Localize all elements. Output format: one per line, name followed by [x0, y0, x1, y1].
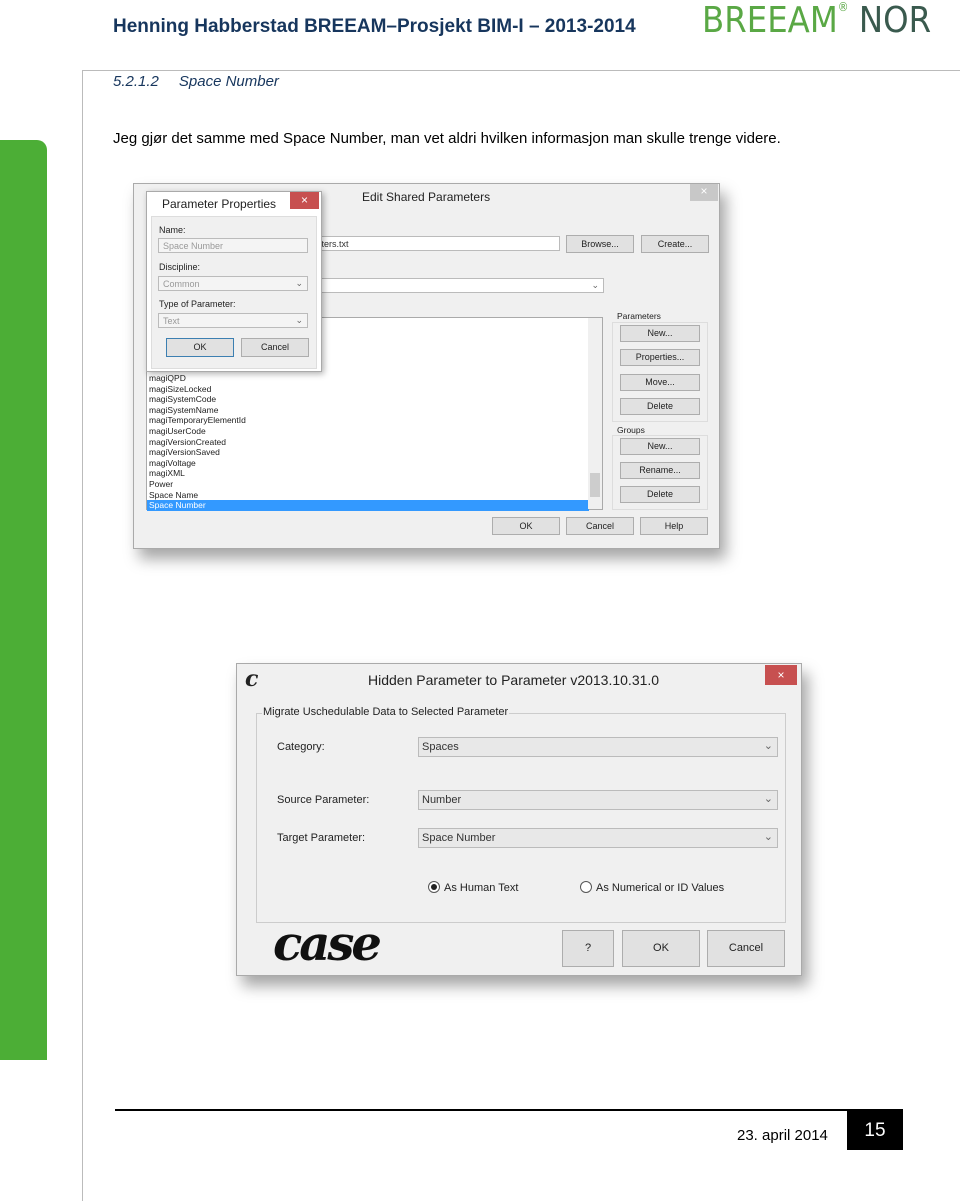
list-item[interactable]: Power: [147, 479, 589, 490]
discipline-label: Discipline:: [159, 262, 201, 272]
chevron-down-icon: ⌄: [295, 278, 303, 288]
ok-button[interactable]: OK: [166, 338, 234, 357]
list-item[interactable]: Space Number: [147, 500, 589, 511]
margin-line: [82, 70, 83, 1201]
target-parameter-select[interactable]: Space Number ⌄: [418, 828, 778, 848]
list-item[interactable]: magiXML: [147, 468, 589, 479]
radio-human-text[interactable]: [428, 881, 440, 893]
parameters-group-label: Parameters: [616, 311, 662, 321]
app-icon: c: [245, 666, 259, 692]
header-divider: [82, 70, 960, 71]
ok-button[interactable]: OK: [622, 930, 700, 967]
case-logo: case: [273, 916, 382, 972]
chevron-down-icon: ⌄: [763, 831, 773, 843]
group-new-button[interactable]: New...: [620, 438, 700, 455]
footer-date: 23. april 2014: [737, 1127, 828, 1144]
group-delete-button[interactable]: Delete: [620, 486, 700, 503]
list-item[interactable]: magiSizeLocked: [147, 384, 589, 395]
migrate-group-label: Migrate Uschedulable Data to Selected Pa…: [262, 706, 510, 718]
category-select[interactable]: Spaces ⌄: [418, 737, 778, 757]
dialog-title: Parameter Properties: [162, 197, 277, 211]
list-scrollbar[interactable]: [588, 318, 602, 509]
cancel-button[interactable]: Cancel: [566, 517, 634, 535]
parameter-properties-dialog: Parameter Properties × Name: Space Numbe…: [146, 191, 322, 372]
help-button[interactable]: Help: [640, 517, 708, 535]
list-item[interactable]: magiUserCode: [147, 426, 589, 437]
list-item[interactable]: magiQPD: [147, 373, 589, 384]
dialog-title: Hidden Parameter to Parameter v2013.10.3…: [368, 672, 660, 688]
category-label: Category:: [277, 741, 325, 753]
groups-group-label: Groups: [616, 425, 646, 435]
hidden-parameter-dialog: c Hidden Parameter to Parameter v2013.10…: [236, 663, 802, 976]
parameter-move-button[interactable]: Move...: [620, 374, 700, 391]
type-select[interactable]: Text ⌄: [158, 313, 308, 328]
dialog-title: Edit Shared Parameters: [362, 190, 491, 204]
list-item[interactable]: magiVersionSaved: [147, 447, 589, 458]
chevron-down-icon: ⌄: [591, 280, 599, 290]
source-parameter-label: Source Parameter:: [277, 794, 370, 806]
chevron-down-icon: ⌄: [295, 315, 303, 325]
radio-human-text-label[interactable]: As Human Text: [444, 882, 518, 894]
list-item[interactable]: magiVersionCreated: [147, 437, 589, 448]
type-label: Type of Parameter:: [159, 299, 236, 309]
radio-numerical-id[interactable]: [580, 881, 592, 893]
list-item[interactable]: magiSystemName: [147, 405, 589, 416]
name-label: Name:: [159, 225, 186, 235]
parameter-new-button[interactable]: New...: [620, 325, 700, 342]
group-rename-button[interactable]: Rename...: [620, 462, 700, 479]
chevron-down-icon: ⌄: [763, 793, 773, 805]
list-item[interactable]: Space Name: [147, 490, 589, 501]
green-side-bar: [0, 140, 47, 1060]
close-button[interactable]: ×: [765, 665, 797, 685]
help-button[interactable]: ?: [562, 930, 614, 967]
radio-numerical-id-label[interactable]: As Numerical or ID Values: [596, 882, 724, 894]
parameter-properties-button[interactable]: Properties...: [620, 349, 700, 366]
close-button[interactable]: ×: [290, 192, 319, 209]
body-paragraph: Jeg gjør det samme med Space Number, man…: [113, 130, 781, 147]
shared-file-field[interactable]: meters.txt: [304, 236, 560, 251]
list-item[interactable]: magiVoltage: [147, 458, 589, 469]
parameter-group-select[interactable]: ⌄: [304, 278, 604, 293]
browse-button[interactable]: Browse...: [566, 235, 634, 253]
parameter-delete-button[interactable]: Delete: [620, 398, 700, 415]
footer-divider: [115, 1109, 903, 1111]
close-button[interactable]: ×: [690, 184, 718, 201]
cancel-button[interactable]: Cancel: [707, 930, 785, 967]
source-parameter-select[interactable]: Number ⌄: [418, 790, 778, 810]
ok-button[interactable]: OK: [492, 517, 560, 535]
document-header-title: Henning Habberstad BREEAM–Prosjekt BIM-I…: [113, 16, 636, 37]
target-parameter-label: Target Parameter:: [277, 832, 366, 844]
discipline-select[interactable]: Common ⌄: [158, 276, 308, 291]
list-item[interactable]: magiSystemCode: [147, 394, 589, 405]
breeam-nor-logo: BREEAM® NOR: [702, 0, 932, 41]
section-heading: 5.2.1.2 Space Number: [113, 73, 279, 90]
list-item[interactable]: magiTemporaryElementId: [147, 415, 589, 426]
create-button[interactable]: Create...: [641, 235, 709, 253]
name-field[interactable]: Space Number: [158, 238, 308, 253]
page-number: 15: [847, 1111, 903, 1150]
cancel-button[interactable]: Cancel: [241, 338, 309, 357]
chevron-down-icon: ⌄: [763, 740, 773, 752]
